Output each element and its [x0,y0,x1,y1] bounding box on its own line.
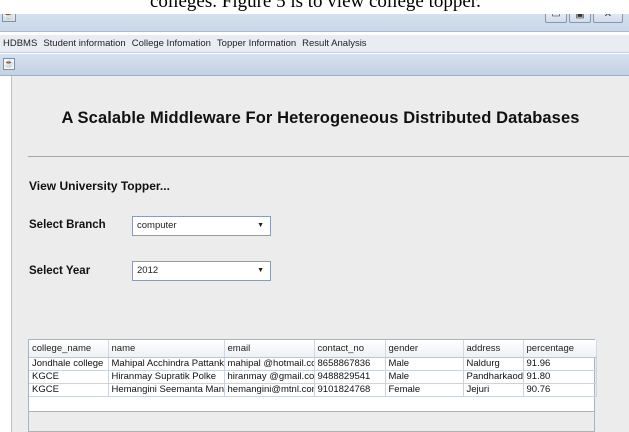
table-cell: hiranmay @gmail.com [224,370,315,384]
table-cell: Mahipal Acchindra Pattankar [108,357,225,371]
table-cell: Jejuri [463,383,524,397]
table-cell: Pandharkaoda [463,370,524,384]
divider [28,156,629,157]
menu-hdbms[interactable]: HDBMS [3,38,37,49]
table-cell: Male [385,370,464,384]
caption-text: colleges. Figure 5 is to view college to… [150,0,481,12]
branch-select[interactable]: computer ▼ [132,216,271,236]
menu-student-information[interactable]: Student information [43,38,125,49]
table-cell: KGCE [29,383,109,397]
java-cup-icon[interactable]: ☕ [3,58,15,70]
table-cell: 9488829541 [314,370,386,384]
menubar: HDBMS Student information College Infoma… [0,35,629,53]
page-title: A Scalable Middleware For Heterogeneous … [61,109,580,127]
table-cell: 91.80 [523,370,597,384]
column-header[interactable]: address [463,340,524,358]
column-header[interactable]: gender [385,340,464,358]
table-row[interactable]: Jondhale college Mahipal Acchindra Patta… [29,357,597,371]
chevron-down-icon[interactable]: ▼ [257,262,264,280]
branch-label: Select Branch [29,219,106,231]
internal-frame-titlebar: ☕ [0,54,629,76]
column-header[interactable]: name [108,340,225,358]
table-cell: 91.96 [523,357,597,371]
table-cell: Male [385,357,464,371]
document-caption: colleges. Figure 5 is to view college to… [0,0,629,14]
table-cell: Hiranmay Supratik Polke [108,370,225,384]
table-cell: 90.76 [523,383,597,397]
branch-select-value: computer [137,220,177,231]
table-cell: Hemangini Seemanta Mande [108,383,225,397]
column-header[interactable]: email [224,340,315,358]
table-header-row: college_name name email contact_no gende… [29,340,597,358]
topper-table: college_name name email contact_no gende… [28,339,597,432]
year-select-value: 2012 [137,265,159,276]
chevron-down-icon[interactable]: ▼ [257,217,264,235]
table-cell: Female [385,383,464,397]
table-cell: hemangini@mtnl.com [224,383,315,397]
table-cell: 9101824768 [314,383,386,397]
table-cell: 8658867836 [314,357,386,371]
section-title: View University Topper... [29,179,170,193]
menu-college-information[interactable]: College Infomation [132,38,211,49]
menu-topper-information[interactable]: Topper Information [217,38,296,49]
table-row[interactable]: KGCE Hiranmay Supratik Polke hiranmay @g… [29,370,597,384]
table-cell: mahipal @hotmail.com [224,357,315,371]
year-label: Select Year [29,265,91,277]
table-row[interactable]: KGCE Hemangini Seemanta Mande hemangini@… [29,383,597,397]
topper-panel: A Scalable Middleware For Heterogeneous … [11,76,629,432]
year-select[interactable]: 2012 ▼ [132,261,271,281]
table-cell: KGCE [29,370,109,384]
column-header[interactable]: contact_no [314,340,386,358]
table-cell: Jondhale college [29,357,109,371]
table-scroll-area [29,411,594,431]
column-header[interactable]: percentage [523,340,597,358]
table-cell: Naldurg [463,357,524,371]
menu-result-analysis[interactable]: Result Analysis [302,38,366,49]
column-header[interactable]: college_name [29,340,109,358]
